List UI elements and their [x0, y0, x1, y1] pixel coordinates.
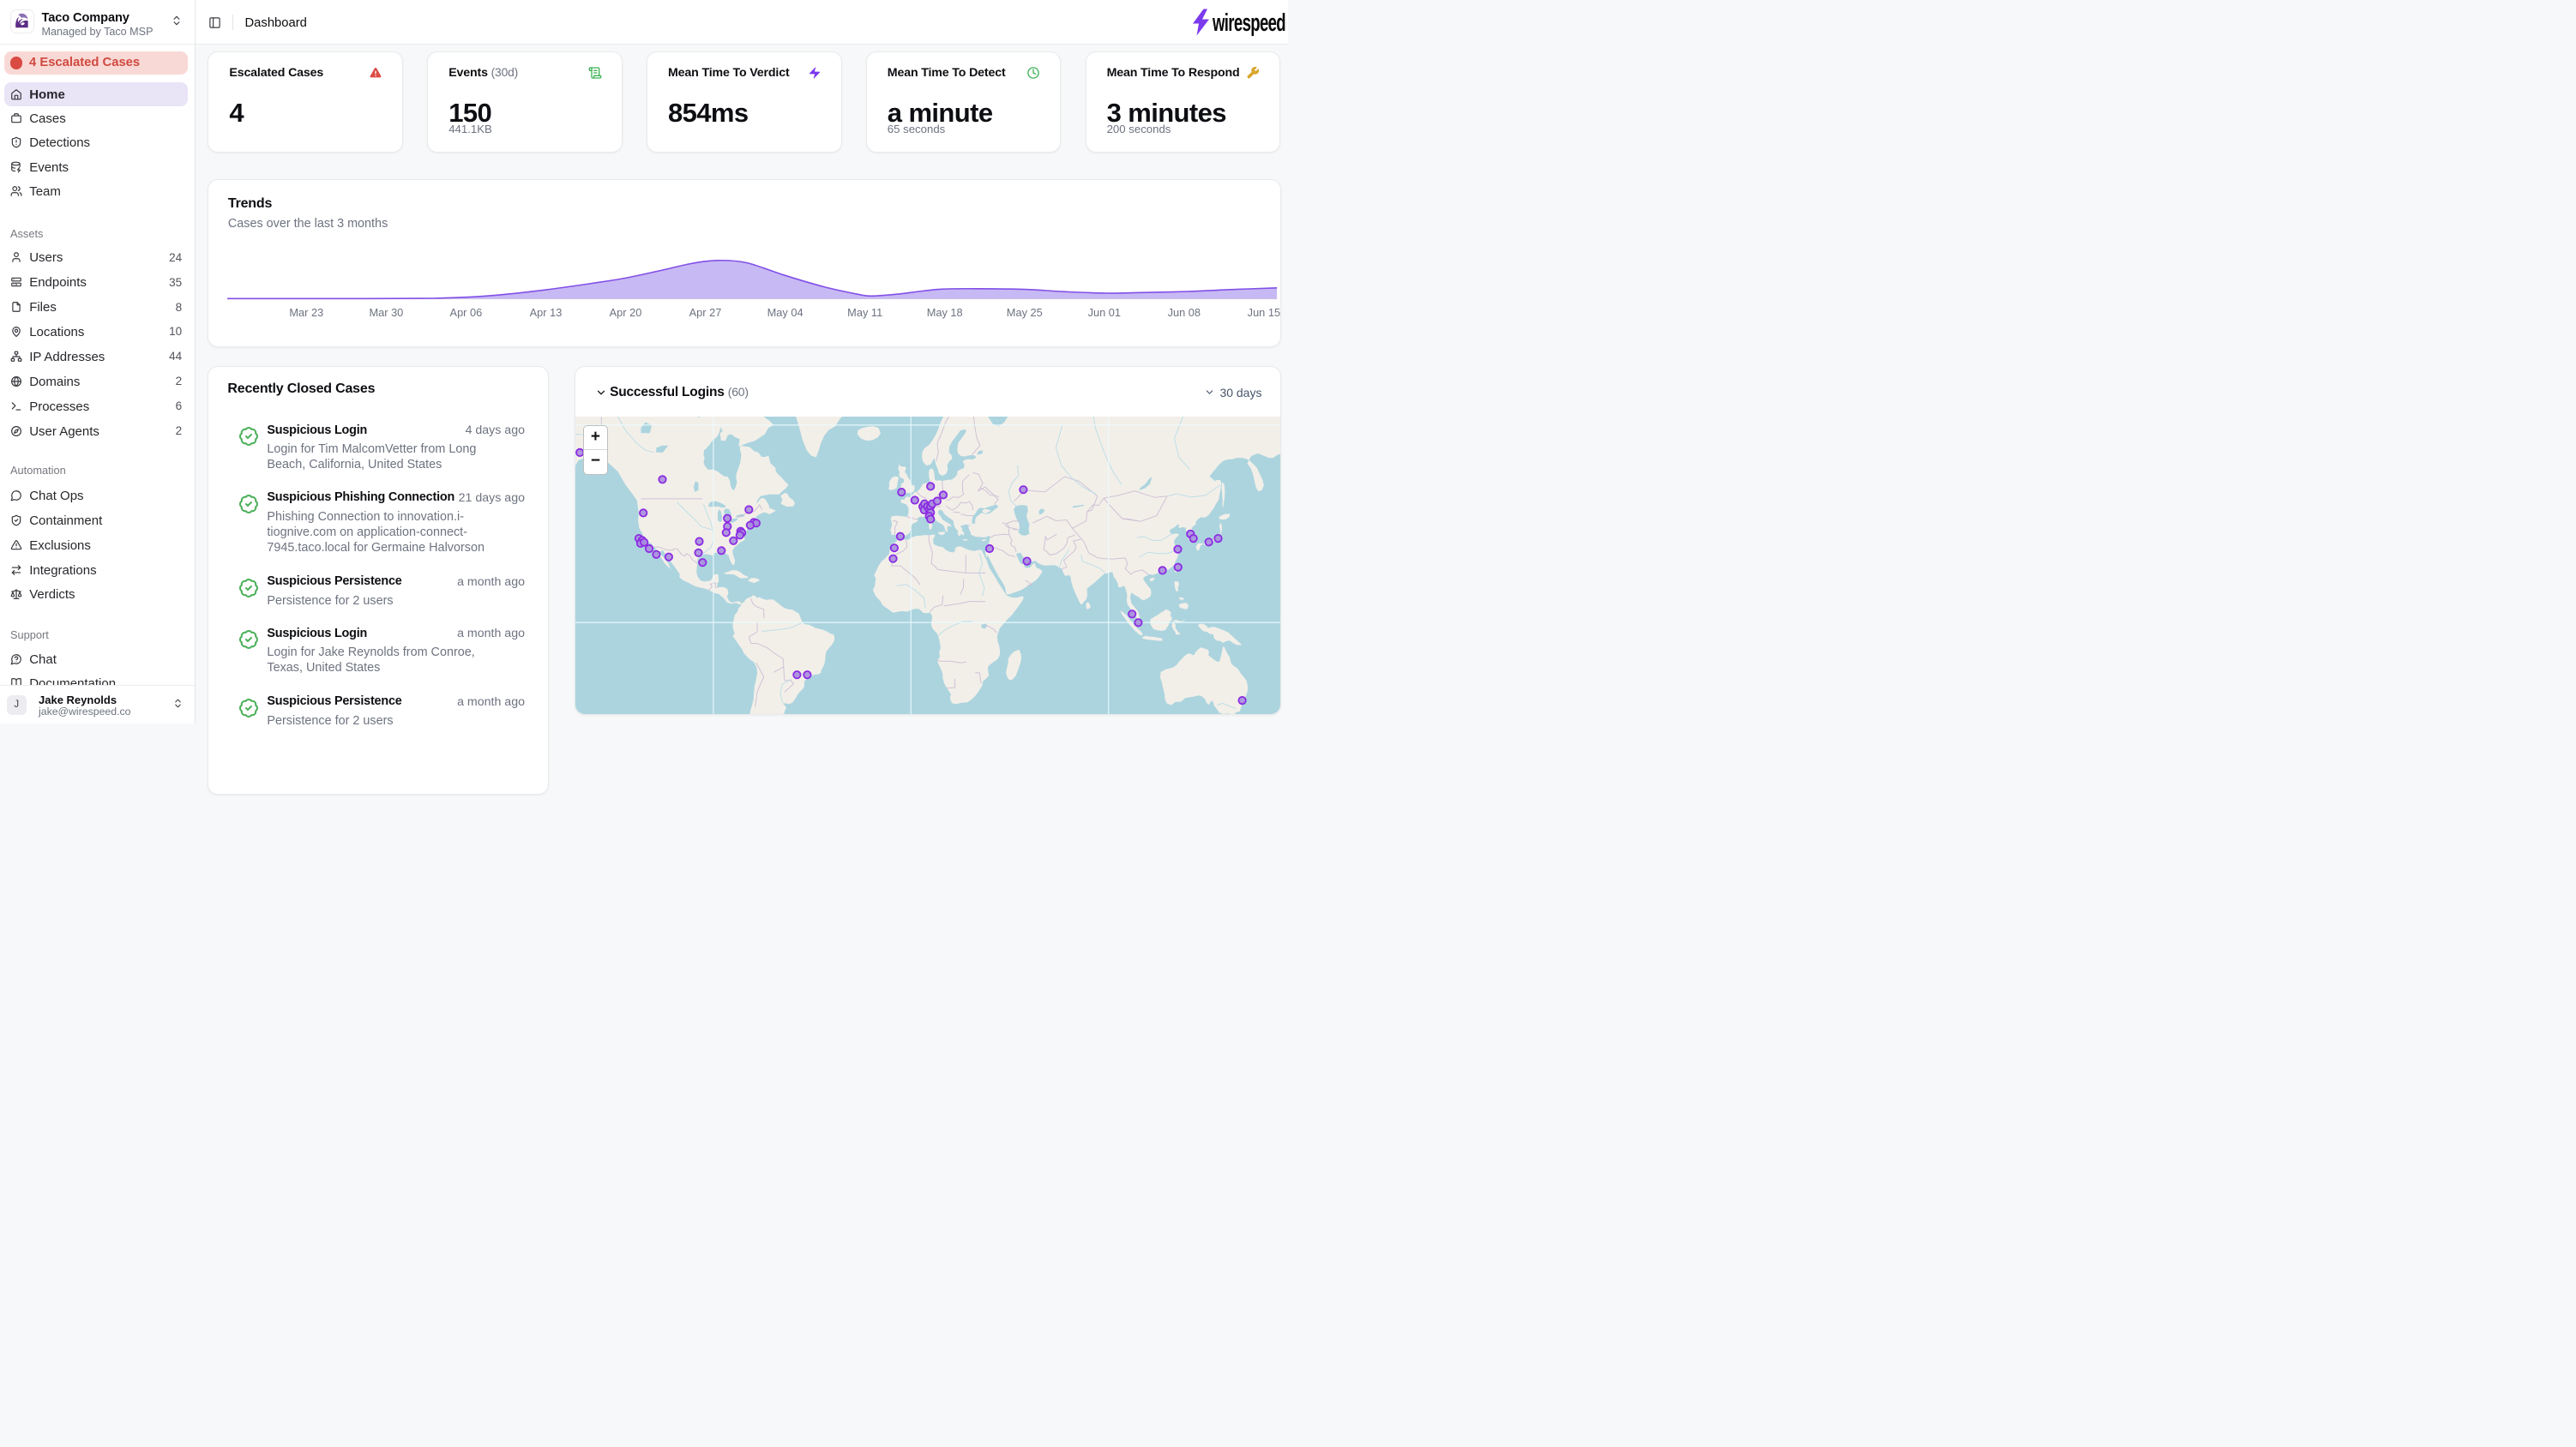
svg-text:wirespeed: wirespeed	[1212, 9, 1285, 36]
